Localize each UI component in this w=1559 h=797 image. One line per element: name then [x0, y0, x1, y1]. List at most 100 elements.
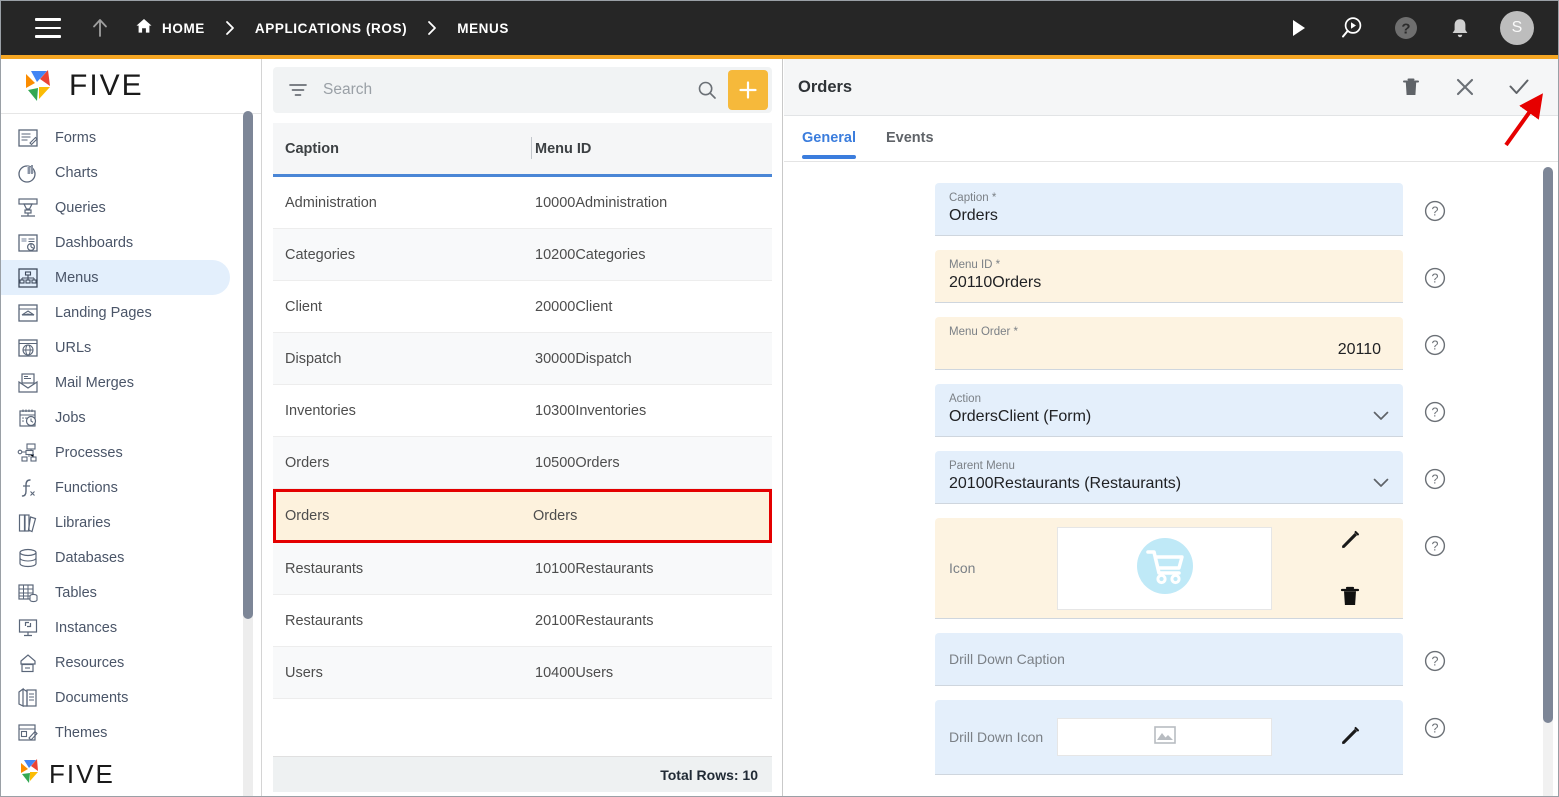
up-arrow-icon[interactable] — [87, 15, 113, 41]
cell-menu-id: 10000Administration — [535, 194, 668, 211]
table-row[interactable]: Administration 10000Administration — [273, 177, 772, 229]
sidebar-scrollbar[interactable] — [243, 111, 253, 796]
filter-icon[interactable] — [285, 77, 311, 103]
edit-icon[interactable] — [1337, 723, 1363, 749]
action-select[interactable]: Action OrdersClient (Form) — [935, 384, 1403, 437]
chevron-right-icon-1 — [225, 20, 235, 36]
sidebar-item-processes[interactable]: Processes — [1, 435, 230, 470]
sidebar-item-tables[interactable]: Tables — [1, 575, 230, 610]
table-row[interactable]: Restaurants 20100Restaurants — [273, 595, 772, 647]
sidebar-scrollbar-thumb[interactable] — [243, 111, 253, 619]
cell-caption: Dispatch — [285, 350, 342, 367]
cell-caption: Restaurants — [285, 612, 364, 629]
sidebar-item-forms[interactable]: Forms — [1, 120, 230, 155]
confirm-icon[interactable] — [1506, 74, 1532, 100]
table-row[interactable]: Restaurants 10100Restaurants — [273, 543, 772, 595]
drill-down-caption-field[interactable]: Drill Down Caption — [935, 633, 1403, 686]
avatar[interactable]: S — [1500, 11, 1534, 45]
svg-text:FIVE: FIVE — [49, 759, 115, 789]
sidebar-item-functions[interactable]: Functions — [1, 470, 230, 505]
sidebar-item-documents[interactable]: Documents — [1, 680, 230, 715]
brand-logo[interactable]: FIVE — [1, 59, 261, 114]
breadcrumb-item-home[interactable]: HOME — [135, 17, 205, 40]
shopping-cart-icon — [1134, 535, 1196, 602]
close-icon[interactable] — [1452, 74, 1478, 100]
help-icon-menu-id[interactable]: ? — [1423, 266, 1447, 290]
table-row[interactable]: Categories 10200Categories — [273, 229, 772, 281]
breadcrumb-item-applications[interactable]: APPLICATIONS (ROS) — [255, 21, 407, 36]
menu-id-field[interactable]: Menu ID * 20110Orders — [935, 250, 1403, 303]
sidebar-item-queries[interactable]: Queries — [1, 190, 230, 225]
sidebar-item-instances[interactable]: Instances — [1, 610, 230, 645]
table-row[interactable]: Users 10400Users — [273, 647, 772, 699]
sidebar-item-libraries[interactable]: Libraries — [1, 505, 230, 540]
table-row[interactable]: Inventories 10300Inventories — [273, 385, 772, 437]
help-icon[interactable]: ? — [1392, 14, 1420, 42]
sidebar-item-charts[interactable]: Charts — [1, 155, 230, 190]
drill-down-icon-tools — [1337, 723, 1389, 751]
sidebar-item-resources[interactable]: Resources — [1, 645, 230, 680]
help-icon-parent-menu[interactable]: ? — [1423, 467, 1447, 491]
sidebar-item-jobs[interactable]: Jobs — [1, 400, 230, 435]
help-icon-action[interactable]: ? — [1423, 400, 1447, 424]
chevron-down-icon[interactable] — [1373, 475, 1389, 487]
drill-down-icon-inner: Drill Down Icon — [935, 700, 1403, 774]
sidebar-item-menus[interactable]: Menus — [1, 260, 230, 295]
debug-icon[interactable] — [1338, 14, 1366, 42]
cell-caption: Users — [285, 664, 323, 681]
chevron-down-icon[interactable] — [1373, 408, 1389, 420]
column-header-caption[interactable]: Caption — [273, 141, 521, 157]
table-empty-filler — [273, 699, 772, 755]
cell-menu-id: 20100Restaurants — [535, 612, 654, 629]
table-row[interactable]: Dispatch 30000Dispatch — [273, 333, 772, 385]
databases-icon — [15, 545, 41, 571]
parent-menu-select[interactable]: Parent Menu 20100Restaurants (Restaurant… — [935, 451, 1403, 504]
help-icon-drill-down-caption[interactable]: ? — [1423, 649, 1447, 673]
cell-menu-id: 10500Orders — [535, 454, 620, 471]
run-icon[interactable] — [1284, 14, 1312, 42]
five-logo-text: FIVE — [69, 69, 142, 102]
search-icon[interactable] — [692, 77, 722, 103]
sidebar-item-databases[interactable]: Databases — [1, 540, 230, 575]
sidebar-item-dashboards[interactable]: Dashboards — [1, 225, 230, 260]
help-icon-drill-down-icon[interactable]: ? — [1423, 716, 1447, 740]
hamburger-icon[interactable] — [35, 18, 61, 38]
svg-text:?: ? — [1432, 473, 1439, 487]
table-row-selected[interactable]: Orders Orders — [273, 489, 772, 543]
search-input[interactable] — [311, 80, 692, 100]
cell-caption: Orders — [285, 454, 330, 471]
tab-general[interactable]: General — [802, 130, 856, 159]
detail-tabs: General Events — [784, 116, 1558, 162]
sidebar-item-label: Processes — [55, 444, 123, 461]
caption-field[interactable]: Caption * Orders — [935, 183, 1403, 236]
column-divider[interactable] — [531, 137, 532, 159]
delete-icon[interactable] — [1398, 74, 1424, 100]
edit-icon[interactable] — [1337, 527, 1363, 553]
table-row[interactable]: Client 20000Client — [273, 281, 772, 333]
icon-preview[interactable] — [1057, 526, 1272, 610]
sidebar-item-landing-pages[interactable]: Landing Pages — [1, 295, 230, 330]
detail-scrollbar[interactable] — [1543, 167, 1553, 796]
add-menu-button[interactable] — [728, 70, 768, 110]
breadcrumb-item-menus[interactable]: MENUS — [457, 21, 509, 36]
field-row-caption: Caption * Orders ? — [935, 183, 1558, 236]
sidebar-item-urls[interactable]: URLs — [1, 330, 230, 365]
detail-header: Orders — [784, 59, 1558, 116]
delete-icon[interactable] — [1337, 583, 1363, 609]
avatar-initial: S — [1511, 19, 1523, 36]
sidebar-item-themes[interactable]: Themes — [1, 715, 230, 750]
notifications-icon[interactable] — [1446, 14, 1474, 42]
icon-field-tools — [1337, 527, 1389, 609]
sidebar-item-mail-merges[interactable]: Mail Merges — [1, 365, 230, 400]
table-row[interactable]: Orders 10500Orders — [273, 437, 772, 489]
help-icon-icon-field[interactable]: ? — [1423, 534, 1447, 558]
field-row-menu-order: Menu Order * 20110 ? — [935, 317, 1558, 370]
tab-events[interactable]: Events — [886, 130, 934, 158]
svg-text:?: ? — [1432, 339, 1439, 353]
svg-text:?: ? — [1432, 406, 1439, 420]
detail-scrollbar-thumb[interactable] — [1543, 167, 1553, 723]
menu-order-field[interactable]: Menu Order * 20110 — [935, 317, 1403, 370]
help-icon-menu-order[interactable]: ? — [1423, 333, 1447, 357]
drill-down-icon-preview[interactable] — [1057, 718, 1272, 756]
help-icon-caption[interactable]: ? — [1423, 199, 1447, 223]
